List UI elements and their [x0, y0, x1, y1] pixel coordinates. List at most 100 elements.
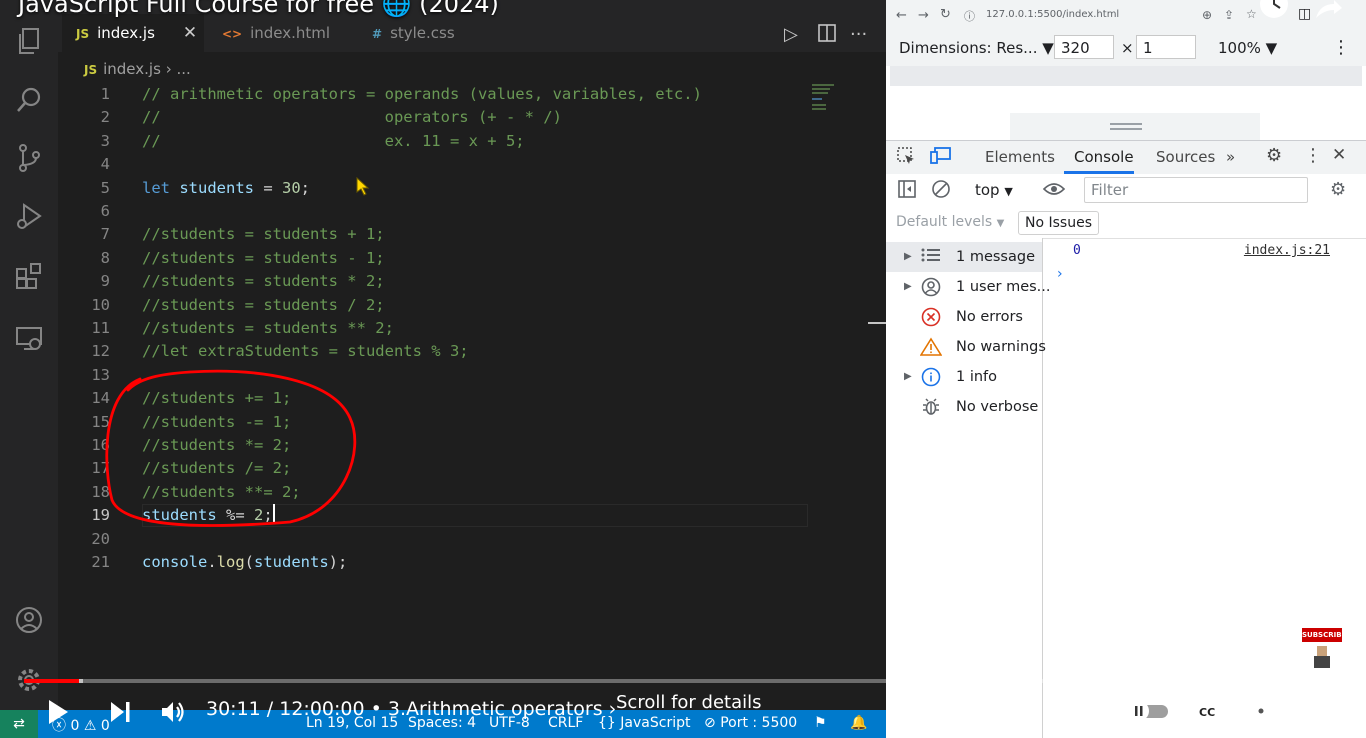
code-text[interactable]: // ex. 11 = x + 5;: [142, 130, 525, 153]
code-text[interactable]: //students *= 2;: [142, 434, 291, 457]
source-control-icon[interactable]: [13, 142, 45, 174]
console-sidebar-item[interactable]: No warnings: [886, 332, 1046, 362]
inspect-element-icon[interactable]: [896, 146, 916, 170]
dimensions-select[interactable]: Dimensions: Res... ▼: [899, 39, 1054, 57]
code-line[interactable]: 5 let students = 30;: [58, 177, 828, 200]
code-line[interactable]: 12 //let extraStudents = students % 3;: [58, 340, 828, 363]
feedback-icon[interactable]: ⚑: [814, 715, 827, 731]
reload-icon[interactable]: ↻: [940, 7, 951, 22]
remote-indicator-icon[interactable]: ⇄: [0, 710, 38, 738]
bookmark-icon[interactable]: ☆: [1246, 7, 1257, 21]
next-icon[interactable]: [108, 700, 132, 724]
clear-console-icon[interactable]: [931, 179, 951, 203]
console-sidebar-item[interactable]: No verbose: [886, 392, 1042, 422]
code-line[interactable]: 20: [58, 528, 828, 551]
code-line[interactable]: 10 //students = students / 2;: [58, 294, 828, 317]
console-filter-input[interactable]: Filter: [1084, 177, 1308, 203]
exit-fullscreen-icon[interactable]: [1302, 698, 1328, 724]
code-text[interactable]: //students -= 1;: [142, 411, 291, 434]
code-text[interactable]: //students += 1;: [142, 387, 291, 410]
code-line[interactable]: 16 //students *= 2;: [58, 434, 828, 457]
minimap[interactable]: [812, 84, 836, 114]
code-text[interactable]: let students = 30;: [142, 177, 310, 200]
width-input[interactable]: 320: [1054, 35, 1114, 59]
console-sidebar-item[interactable]: ▶ 1 info: [886, 362, 1042, 392]
code-line[interactable]: 7 //students = students + 1;: [58, 223, 828, 246]
live-expression-eye-icon[interactable]: [1042, 179, 1066, 203]
tab-sources[interactable]: Sources: [1156, 148, 1215, 166]
expand-arrow-icon[interactable]: ▶: [904, 362, 912, 392]
code-line[interactable]: 4: [58, 153, 828, 176]
live-server-port[interactable]: ⊘ Port : 5500: [704, 715, 797, 731]
devtools-more-icon[interactable]: ⋮: [1304, 145, 1322, 166]
devtools-settings-icon[interactable]: ⚙: [1266, 145, 1282, 166]
forward-icon[interactable]: →: [918, 8, 929, 23]
device-toggle-icon[interactable]: [930, 146, 952, 170]
code-text[interactable]: //students **= 2;: [142, 481, 301, 504]
code-text[interactable]: //students = students - 1;: [142, 247, 385, 270]
code-line[interactable]: 17 //students /= 2;: [58, 457, 828, 480]
code-line[interactable]: 14 //students += 1;: [58, 387, 828, 410]
code-line[interactable]: 2 // operators (+ - * /): [58, 106, 828, 129]
run-debug-icon[interactable]: [13, 200, 45, 232]
viewport-resize-handle[interactable]: [1010, 113, 1260, 140]
device-more-icon[interactable]: ⋮: [1332, 37, 1350, 58]
code-text[interactable]: //students = students / 2;: [142, 294, 385, 317]
site-info-icon[interactable]: ⓘ: [964, 8, 975, 24]
devtools-close-icon[interactable]: ✕: [1332, 145, 1346, 165]
play-icon[interactable]: [46, 698, 70, 726]
console-sidebar-item[interactable]: No errors: [886, 302, 1042, 332]
console-sidebar-item[interactable]: ▶ 1 message: [886, 242, 1042, 272]
code-text[interactable]: console.log(students);: [142, 551, 347, 574]
search-icon[interactable]: [13, 84, 45, 116]
code-line[interactable]: 3 // ex. 11 = x + 5;: [58, 130, 828, 153]
code-line[interactable]: 13: [58, 364, 828, 387]
expand-arrow-icon[interactable]: ▶: [904, 242, 912, 272]
bell-icon[interactable]: 🔔: [850, 715, 867, 731]
explorer-icon[interactable]: [13, 26, 45, 58]
sidebar-toggle-icon[interactable]: [898, 180, 916, 202]
code-text[interactable]: students %= 2;: [142, 504, 275, 527]
side-panel-icon[interactable]: ◫: [1298, 6, 1311, 22]
extensions-icon[interactable]: [13, 260, 45, 292]
zoom-icon[interactable]: ⊕: [1202, 8, 1212, 22]
code-line[interactable]: 6: [58, 200, 828, 223]
code-text[interactable]: //let extraStudents = students % 3;: [142, 340, 469, 363]
code-text[interactable]: //students = students * 2;: [142, 270, 385, 293]
code-text[interactable]: //students /= 2;: [142, 457, 291, 480]
code-line[interactable]: 21 console.log(students);: [58, 551, 828, 574]
more-actions-icon[interactable]: ···: [850, 24, 867, 45]
expand-arrow-icon[interactable]: ▶: [904, 272, 912, 302]
tab-index-html[interactable]: <> index.html: [208, 14, 354, 52]
run-file-icon[interactable]: ▷: [784, 24, 798, 45]
scrollbar-marker[interactable]: [868, 322, 886, 324]
code-text[interactable]: //students = students ** 2;: [142, 317, 394, 340]
share-icon[interactable]: ⇪: [1224, 8, 1234, 22]
more-tabs-icon[interactable]: »: [1226, 148, 1235, 166]
code-line[interactable]: 1 // arithmetic operators = operands (val…: [58, 83, 828, 106]
split-editor-icon[interactable]: [818, 24, 836, 47]
share-video-icon[interactable]: [1312, 0, 1344, 20]
context-select[interactable]: top ▼: [975, 181, 1013, 199]
console-prompt-icon[interactable]: ›: [1057, 266, 1063, 282]
close-icon[interactable]: ✕: [183, 23, 197, 43]
volume-icon[interactable]: [160, 699, 186, 725]
captions-icon[interactable]: CC: [1194, 700, 1222, 722]
account-icon[interactable]: [13, 604, 45, 636]
code-line[interactable]: 8 //students = students - 1;: [58, 247, 828, 270]
zoom-select[interactable]: 100% ▼: [1218, 39, 1277, 57]
code-line[interactable]: 9 //students = students * 2;: [58, 270, 828, 293]
url-text[interactable]: 127.0.0.1:5500/index.html: [986, 9, 1119, 20]
code-text[interactable]: // arithmetic operators = operands (valu…: [142, 83, 702, 106]
breadcrumb[interactable]: JS index.js › ...: [84, 60, 191, 78]
video-progress-bar[interactable]: [24, 679, 1342, 683]
code-line[interactable]: 15 //students -= 1;: [58, 411, 828, 434]
code-line[interactable]: 18 //students **= 2;: [58, 481, 828, 504]
tab-style-css[interactable]: # style.css: [358, 14, 500, 52]
console-sidebar-item[interactable]: ▶ 1 user mes...: [886, 272, 1051, 302]
log-source-link[interactable]: index.js:21: [1244, 243, 1330, 258]
code-text[interactable]: // operators (+ - * /): [142, 106, 562, 129]
tab-console[interactable]: Console: [1074, 148, 1134, 166]
settings-gear-icon[interactable]: [1248, 698, 1274, 724]
default-levels-select[interactable]: Default levels ▼: [896, 214, 1004, 230]
